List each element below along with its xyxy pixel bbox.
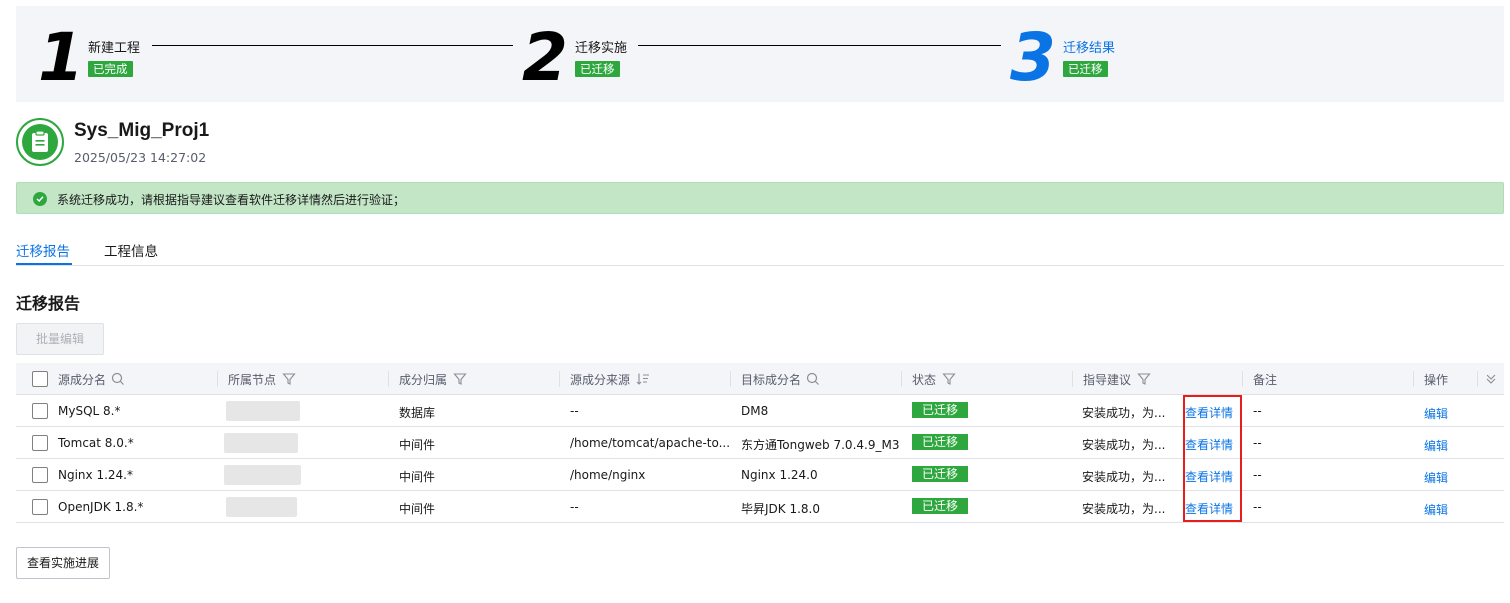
active-tab-indicator bbox=[16, 263, 72, 265]
cell-source-name: Nginx 1.24.* bbox=[58, 468, 133, 482]
table-row: Tomcat 8.0.* 中间件 /home/tomcat/apache-to.… bbox=[16, 427, 1504, 459]
status-badge: 已迁移 bbox=[912, 498, 968, 514]
cell-advice: 安装成功，为... bbox=[1082, 406, 1166, 420]
cell-target-name: Nginx 1.24.0 bbox=[741, 468, 818, 482]
cell-advice: 安装成功，为... bbox=[1082, 438, 1166, 452]
cell-target-name: 毕昇JDK 1.8.0 bbox=[741, 502, 820, 516]
step-title: 新建工程 bbox=[88, 41, 141, 56]
table-row: OpenJDK 1.8.* 中间件 -- 毕昇JDK 1.8.0 已迁移 安装成… bbox=[16, 491, 1504, 523]
view-progress-button[interactable]: 查看实施进展 bbox=[16, 547, 110, 579]
header-remark: 备注 bbox=[1253, 373, 1278, 387]
edit-link[interactable]: 编辑 bbox=[1424, 501, 1448, 518]
cell-source: /home/tomcat/apache-to... bbox=[570, 436, 731, 450]
step-number: 1 bbox=[38, 19, 84, 96]
header-action: 操作 bbox=[1424, 373, 1449, 387]
header-advice: 指导建议 bbox=[1083, 373, 1132, 387]
cell-source-name: MySQL 8.* bbox=[58, 404, 121, 418]
row-checkbox[interactable] bbox=[32, 435, 48, 451]
filter-icon[interactable] bbox=[1137, 372, 1151, 386]
cell-remark: -- bbox=[1253, 500, 1262, 514]
cell-advice: 安装成功，为... bbox=[1082, 502, 1166, 516]
node-redacted bbox=[226, 497, 297, 517]
filter-icon[interactable] bbox=[453, 372, 467, 386]
search-icon[interactable] bbox=[806, 372, 820, 386]
edit-link[interactable]: 编辑 bbox=[1424, 469, 1448, 486]
step-number: 3 bbox=[1010, 19, 1056, 96]
step-title: 迁移实施 bbox=[575, 41, 628, 56]
cell-remark: -- bbox=[1253, 436, 1262, 450]
header-category: 成分归属 bbox=[399, 373, 448, 387]
tab-bar: 迁移报告 工程信息 bbox=[16, 238, 1504, 266]
cell-source-name: OpenJDK 1.8.* bbox=[58, 500, 144, 514]
alert-message: 系统迁移成功，请根据指导建议查看软件迁移详情然后进行验证； bbox=[57, 193, 406, 207]
cell-category: 中间件 bbox=[399, 438, 436, 452]
sort-icon[interactable] bbox=[636, 372, 650, 386]
select-all-checkbox[interactable] bbox=[32, 371, 48, 387]
clipboard-icon bbox=[32, 130, 48, 152]
filter-icon[interactable] bbox=[942, 372, 956, 386]
cell-target-name: 东方通Tongweb 7.0.4.9_M3 bbox=[741, 438, 900, 452]
project-timestamp: 2025/05/23 14:27:02 bbox=[74, 150, 207, 165]
table-header: 源成分名 所属节点 成分归属 源成分来源 目标成分名 状态 指导建议 备注 操作 bbox=[16, 363, 1504, 395]
edit-link[interactable]: 编辑 bbox=[1424, 405, 1448, 422]
table-row: MySQL 8.* 数据库 -- DM8 已迁移 安装成功，为... 查看详情 … bbox=[16, 395, 1504, 427]
node-redacted bbox=[226, 401, 300, 421]
migration-steps: 1 新建工程 已完成 2 迁移实施 已迁移 3 迁移结果 已迁移 bbox=[16, 6, 1504, 102]
project-name: Sys_Mig_Proj1 bbox=[74, 120, 210, 141]
check-circle-icon bbox=[33, 192, 47, 206]
header-source: 源成分来源 bbox=[570, 373, 631, 387]
row-checkbox[interactable] bbox=[32, 499, 48, 515]
search-icon[interactable] bbox=[111, 372, 125, 386]
success-alert: 系统迁移成功，请根据指导建议查看软件迁移详情然后进行验证； bbox=[16, 182, 1504, 214]
step-number: 2 bbox=[522, 19, 568, 96]
cell-target-name: DM8 bbox=[741, 404, 769, 418]
row-checkbox[interactable] bbox=[32, 467, 48, 483]
header-target-name: 目标成分名 bbox=[741, 373, 802, 387]
filter-icon[interactable] bbox=[282, 372, 296, 386]
cell-remark: -- bbox=[1253, 404, 1262, 418]
highlight-annotation-box bbox=[1183, 395, 1242, 522]
cell-remark: -- bbox=[1253, 468, 1262, 482]
table-row: Nginx 1.24.* 中间件 /home/nginx Nginx 1.24.… bbox=[16, 459, 1504, 491]
step-status-badge: 已迁移 bbox=[1063, 61, 1108, 77]
header-node: 所属节点 bbox=[228, 373, 277, 387]
batch-edit-button[interactable]: 批量编辑 bbox=[16, 323, 104, 355]
cell-source: /home/nginx bbox=[570, 468, 646, 482]
project-avatar bbox=[16, 118, 64, 166]
status-badge: 已迁移 bbox=[912, 466, 968, 482]
step-status-badge: 已完成 bbox=[88, 61, 133, 77]
tab-project-info[interactable]: 工程信息 bbox=[104, 240, 158, 260]
status-badge: 已迁移 bbox=[912, 434, 968, 450]
edit-link[interactable]: 编辑 bbox=[1424, 437, 1448, 454]
node-redacted bbox=[224, 433, 298, 453]
step-status-badge: 已迁移 bbox=[575, 61, 620, 77]
cell-source-name: Tomcat 8.0.* bbox=[58, 436, 134, 450]
cell-advice: 安装成功，为... bbox=[1082, 470, 1166, 484]
header-source-name: 源成分名 bbox=[58, 373, 107, 387]
cell-category: 数据库 bbox=[399, 406, 436, 420]
cell-category: 中间件 bbox=[399, 502, 436, 516]
row-checkbox[interactable] bbox=[32, 403, 48, 419]
cell-source: -- bbox=[570, 500, 579, 514]
status-badge: 已迁移 bbox=[912, 402, 968, 418]
step-connector bbox=[152, 45, 513, 46]
cell-category: 中间件 bbox=[399, 470, 436, 484]
header-status: 状态 bbox=[912, 373, 937, 387]
step-connector bbox=[638, 45, 1001, 46]
chevron-double-down-icon[interactable] bbox=[1484, 372, 1498, 386]
migration-report-table: 源成分名 所属节点 成分归属 源成分来源 目标成分名 状态 指导建议 备注 操作… bbox=[16, 363, 1504, 523]
section-title: 迁移报告 bbox=[16, 294, 81, 313]
cell-source: -- bbox=[570, 404, 579, 418]
step-title: 迁移结果 bbox=[1063, 41, 1116, 56]
node-redacted bbox=[224, 465, 301, 485]
tab-migration-report[interactable]: 迁移报告 bbox=[16, 240, 70, 260]
